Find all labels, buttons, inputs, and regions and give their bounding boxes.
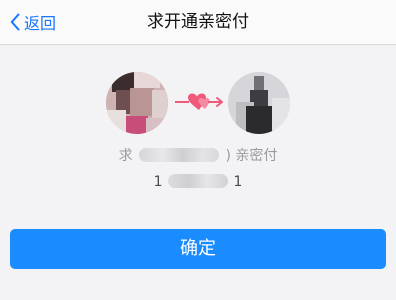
- content-area: 求 ) 亲密付 1 1 确定: [0, 45, 396, 300]
- phone-end: 1: [233, 174, 243, 190]
- blurred-name: [139, 148, 220, 162]
- request-suffix: ) 亲密付: [225, 148, 278, 164]
- confirm-button[interactable]: 确定: [10, 229, 386, 269]
- phone-start: 1: [153, 174, 163, 190]
- heart-arrow-icon: [175, 93, 223, 110]
- friend-avatar: [228, 72, 290, 134]
- request-text: 求 ) 亲密付: [0, 146, 396, 166]
- phone-number: 1 1: [0, 172, 396, 192]
- user-avatar: [106, 72, 168, 134]
- page-title: 求开通亲密付: [147, 12, 249, 32]
- navigation-bar: 返回 求开通亲密付: [0, 0, 396, 45]
- request-prefix: 求: [118, 148, 133, 164]
- blurred-phone-digits: [168, 174, 228, 188]
